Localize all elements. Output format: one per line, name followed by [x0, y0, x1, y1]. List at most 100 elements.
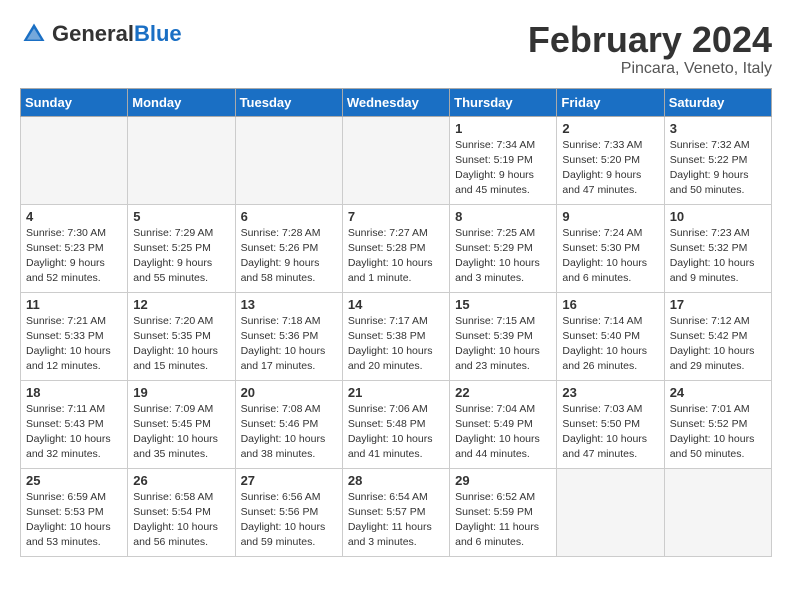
column-header-friday: Friday — [557, 88, 664, 116]
calendar-week-1: 1 Sunrise: 7:34 AM Sunset: 5:19 PM Daylig… — [21, 116, 772, 204]
logo-icon — [20, 20, 48, 48]
calendar-cell: 15 Sunrise: 7:15 AM Sunset: 5:39 PM Dayli… — [450, 292, 557, 380]
day-number: 1 — [455, 121, 551, 136]
calendar-cell: 24 Sunrise: 7:01 AM Sunset: 5:52 PM Dayli… — [664, 380, 771, 468]
day-number: 5 — [133, 209, 229, 224]
day-info: Sunrise: 7:12 AM Sunset: 5:42 PM Dayligh… — [670, 314, 766, 375]
calendar-cell: 22 Sunrise: 7:04 AM Sunset: 5:49 PM Dayli… — [450, 380, 557, 468]
day-number: 17 — [670, 297, 766, 312]
column-header-saturday: Saturday — [664, 88, 771, 116]
day-info: Sunrise: 7:21 AM Sunset: 5:33 PM Dayligh… — [26, 314, 122, 375]
day-info: Sunrise: 7:04 AM Sunset: 5:49 PM Dayligh… — [455, 402, 551, 463]
calendar-cell — [664, 468, 771, 556]
calendar-cell: 23Sunrise: 7:03 AM Sunset: 5:50 PM Dayli… — [557, 380, 664, 468]
day-number: 14 — [348, 297, 444, 312]
column-header-tuesday: Tuesday — [235, 88, 342, 116]
calendar-week-3: 11Sunrise: 7:21 AM Sunset: 5:33 PM Dayli… — [21, 292, 772, 380]
day-number: 19 — [133, 385, 229, 400]
calendar-cell: 9 Sunrise: 7:24 AM Sunset: 5:30 PM Daylig… — [557, 204, 664, 292]
day-info: Sunrise: 7:23 AM Sunset: 5:32 PM Dayligh… — [670, 226, 766, 287]
day-info: Sunrise: 7:11 AM Sunset: 5:43 PM Dayligh… — [26, 402, 122, 463]
day-info: Sunrise: 7:29 AM Sunset: 5:25 PM Dayligh… — [133, 226, 229, 287]
day-number: 21 — [348, 385, 444, 400]
day-info: Sunrise: 7:09 AM Sunset: 5:45 PM Dayligh… — [133, 402, 229, 463]
calendar-week-5: 25 Sunrise: 6:59 AM Sunset: 5:53 PM Dayli… — [21, 468, 772, 556]
day-number: 26 — [133, 473, 229, 488]
day-number: 8 — [455, 209, 551, 224]
calendar-cell: 16 Sunrise: 7:14 AM Sunset: 5:40 PM Dayli… — [557, 292, 664, 380]
day-number: 15 — [455, 297, 551, 312]
day-number: 10 — [670, 209, 766, 224]
day-number: 24 — [670, 385, 766, 400]
day-number: 27 — [241, 473, 337, 488]
day-number: 12 — [133, 297, 229, 312]
day-number: 20 — [241, 385, 337, 400]
day-info: Sunrise: 7:28 AM Sunset: 5:26 PM Dayligh… — [241, 226, 337, 287]
calendar-cell: 7Sunrise: 7:27 AM Sunset: 5:28 PM Daylig… — [342, 204, 449, 292]
day-info: Sunrise: 7:20 AM Sunset: 5:35 PM Dayligh… — [133, 314, 229, 375]
day-info: Sunrise: 7:08 AM Sunset: 5:46 PM Dayligh… — [241, 402, 337, 463]
day-info: Sunrise: 7:24 AM Sunset: 5:30 PM Dayligh… — [562, 226, 658, 287]
day-info: Sunrise: 7:15 AM Sunset: 5:39 PM Dayligh… — [455, 314, 551, 375]
day-info: Sunrise: 7:27 AM Sunset: 5:28 PM Dayligh… — [348, 226, 444, 287]
day-info: Sunrise: 7:30 AM Sunset: 5:23 PM Dayligh… — [26, 226, 122, 287]
column-header-wednesday: Wednesday — [342, 88, 449, 116]
column-header-thursday: Thursday — [450, 88, 557, 116]
calendar-cell: 12 Sunrise: 7:20 AM Sunset: 5:35 PM Dayli… — [128, 292, 235, 380]
day-number: 29 — [455, 473, 551, 488]
day-number: 16 — [562, 297, 658, 312]
day-number: 9 — [562, 209, 658, 224]
calendar-cell: 3Sunrise: 7:32 AM Sunset: 5:22 PM Daylig… — [664, 116, 771, 204]
day-info: Sunrise: 6:54 AM Sunset: 5:57 PM Dayligh… — [348, 490, 444, 551]
day-info: Sunrise: 7:14 AM Sunset: 5:40 PM Dayligh… — [562, 314, 658, 375]
calendar-week-4: 18 Sunrise: 7:11 AM Sunset: 5:43 PM Dayli… — [21, 380, 772, 468]
calendar-cell: 11Sunrise: 7:21 AM Sunset: 5:33 PM Dayli… — [21, 292, 128, 380]
calendar-cell: 5 Sunrise: 7:29 AM Sunset: 5:25 PM Daylig… — [128, 204, 235, 292]
day-number: 28 — [348, 473, 444, 488]
logo-text: GeneralBlue — [52, 21, 182, 47]
day-info: Sunrise: 6:52 AM Sunset: 5:59 PM Dayligh… — [455, 490, 551, 551]
logo: GeneralBlue — [20, 20, 182, 48]
day-info: Sunrise: 7:01 AM Sunset: 5:52 PM Dayligh… — [670, 402, 766, 463]
day-number: 2 — [562, 121, 658, 136]
calendar-cell: 29 Sunrise: 6:52 AM Sunset: 5:59 PM Dayli… — [450, 468, 557, 556]
day-number: 22 — [455, 385, 551, 400]
location-title: Pincara, Veneto, Italy — [528, 60, 772, 78]
calendar-cell: 10 Sunrise: 7:23 AM Sunset: 5:32 PM Dayli… — [664, 204, 771, 292]
day-info: Sunrise: 7:33 AM Sunset: 5:20 PM Dayligh… — [562, 138, 658, 199]
calendar-cell: 18 Sunrise: 7:11 AM Sunset: 5:43 PM Dayli… — [21, 380, 128, 468]
calendar-cell: 8 Sunrise: 7:25 AM Sunset: 5:29 PM Daylig… — [450, 204, 557, 292]
calendar-cell: 25 Sunrise: 6:59 AM Sunset: 5:53 PM Dayli… — [21, 468, 128, 556]
day-number: 6 — [241, 209, 337, 224]
calendar-table: SundayMondayTuesdayWednesdayThursdayFrid… — [20, 88, 772, 557]
calendar-cell: 27 Sunrise: 6:56 AM Sunset: 5:56 PM Dayli… — [235, 468, 342, 556]
day-number: 23 — [562, 385, 658, 400]
calendar-header-row: SundayMondayTuesdayWednesdayThursdayFrid… — [21, 88, 772, 116]
calendar-cell — [557, 468, 664, 556]
logo-blue: Blue — [134, 21, 182, 46]
column-header-monday: Monday — [128, 88, 235, 116]
calendar-cell — [235, 116, 342, 204]
calendar-cell: 2 Sunrise: 7:33 AM Sunset: 5:20 PM Daylig… — [557, 116, 664, 204]
calendar-cell: 20 Sunrise: 7:08 AM Sunset: 5:46 PM Dayli… — [235, 380, 342, 468]
calendar-cell — [342, 116, 449, 204]
calendar-cell: 14Sunrise: 7:17 AM Sunset: 5:38 PM Dayli… — [342, 292, 449, 380]
day-number: 18 — [26, 385, 122, 400]
day-info: Sunrise: 6:56 AM Sunset: 5:56 PM Dayligh… — [241, 490, 337, 551]
calendar-cell: 21 Sunrise: 7:06 AM Sunset: 5:48 PM Dayli… — [342, 380, 449, 468]
calendar-cell: 28 Sunrise: 6:54 AM Sunset: 5:57 PM Dayli… — [342, 468, 449, 556]
day-number: 25 — [26, 473, 122, 488]
day-info: Sunrise: 7:06 AM Sunset: 5:48 PM Dayligh… — [348, 402, 444, 463]
month-title: February 2024 — [528, 20, 772, 60]
calendar-cell — [128, 116, 235, 204]
day-info: Sunrise: 7:34 AM Sunset: 5:19 PM Dayligh… — [455, 138, 551, 199]
day-info: Sunrise: 6:59 AM Sunset: 5:53 PM Dayligh… — [26, 490, 122, 551]
day-number: 3 — [670, 121, 766, 136]
logo-general: General — [52, 21, 134, 46]
calendar-cell: 4Sunrise: 7:30 AM Sunset: 5:23 PM Daylig… — [21, 204, 128, 292]
day-info: Sunrise: 6:58 AM Sunset: 5:54 PM Dayligh… — [133, 490, 229, 551]
day-info: Sunrise: 7:18 AM Sunset: 5:36 PM Dayligh… — [241, 314, 337, 375]
day-info: Sunrise: 7:25 AM Sunset: 5:29 PM Dayligh… — [455, 226, 551, 287]
calendar-cell: 6 Sunrise: 7:28 AM Sunset: 5:26 PM Daylig… — [235, 204, 342, 292]
calendar-cell: 1 Sunrise: 7:34 AM Sunset: 5:19 PM Daylig… — [450, 116, 557, 204]
